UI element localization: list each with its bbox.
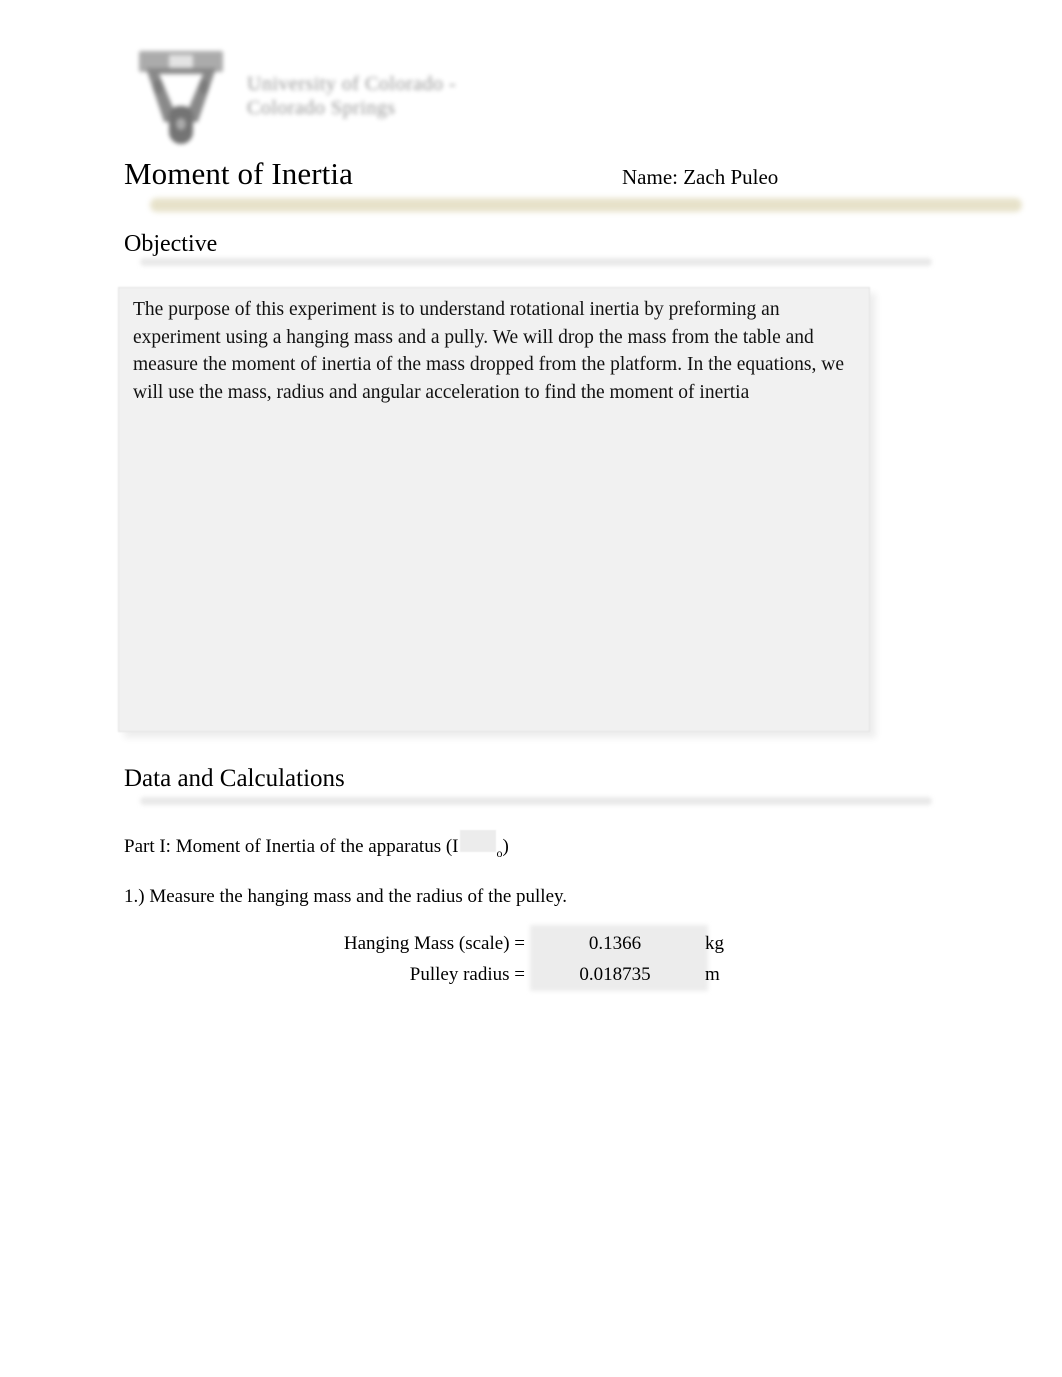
part-one-subscript: o xyxy=(496,846,503,860)
student-name: Name: Zach Puleo xyxy=(622,165,779,189)
document-page: University of Colorado - Colorado Spring… xyxy=(0,0,1062,1377)
objective-body-text: The purpose of this experiment is to und… xyxy=(133,299,844,403)
pulley-radius-unit: m xyxy=(705,964,720,985)
page-title: Moment of Inertia xyxy=(124,156,353,191)
accent-divider-bar xyxy=(150,198,1022,212)
logo-line-1: University of Colorado - xyxy=(247,72,457,95)
hanging-mass-label: Hanging Mass (scale) = xyxy=(343,933,525,954)
step-one-instruction: 1.) Measure the hanging mass and the rad… xyxy=(124,886,568,907)
table-row: Pulley radius = 0.018735 m xyxy=(320,959,750,990)
pulley-radius-label: Pulley radius = xyxy=(409,964,525,985)
part-one-label-suffix: ) xyxy=(502,836,509,857)
table-row: Hanging Mass (scale) = 0.1366 kg xyxy=(320,928,750,959)
part-one-label-prefix: Part I: Moment of Inertia of the apparat… xyxy=(124,836,459,857)
university-logo-text: University of Colorado - Colorado Spring… xyxy=(247,72,456,121)
uccs-mountain-lion-logo-icon xyxy=(133,46,229,146)
hanging-mass-value[interactable]: 0.1366 xyxy=(525,928,705,959)
part-one-label: Part I: Moment of Inertia of the apparat… xyxy=(124,830,509,861)
hanging-mass-unit: kg xyxy=(705,933,724,954)
objective-heading: Objective xyxy=(124,231,218,257)
pulley-radius-value[interactable]: 0.018735 xyxy=(525,959,705,990)
part-one-blank-field[interactable] xyxy=(459,830,496,852)
university-logo: University of Colorado - Colorado Spring… xyxy=(133,44,553,148)
data-heading-rule xyxy=(140,797,932,805)
logo-line-2: Colorado Springs xyxy=(247,97,396,119)
objective-heading-rule xyxy=(140,258,932,266)
data-and-calculations-heading: Data and Calculations xyxy=(124,765,345,792)
measurements-table: Hanging Mass (scale) = 0.1366 kg Pulley … xyxy=(320,928,750,990)
